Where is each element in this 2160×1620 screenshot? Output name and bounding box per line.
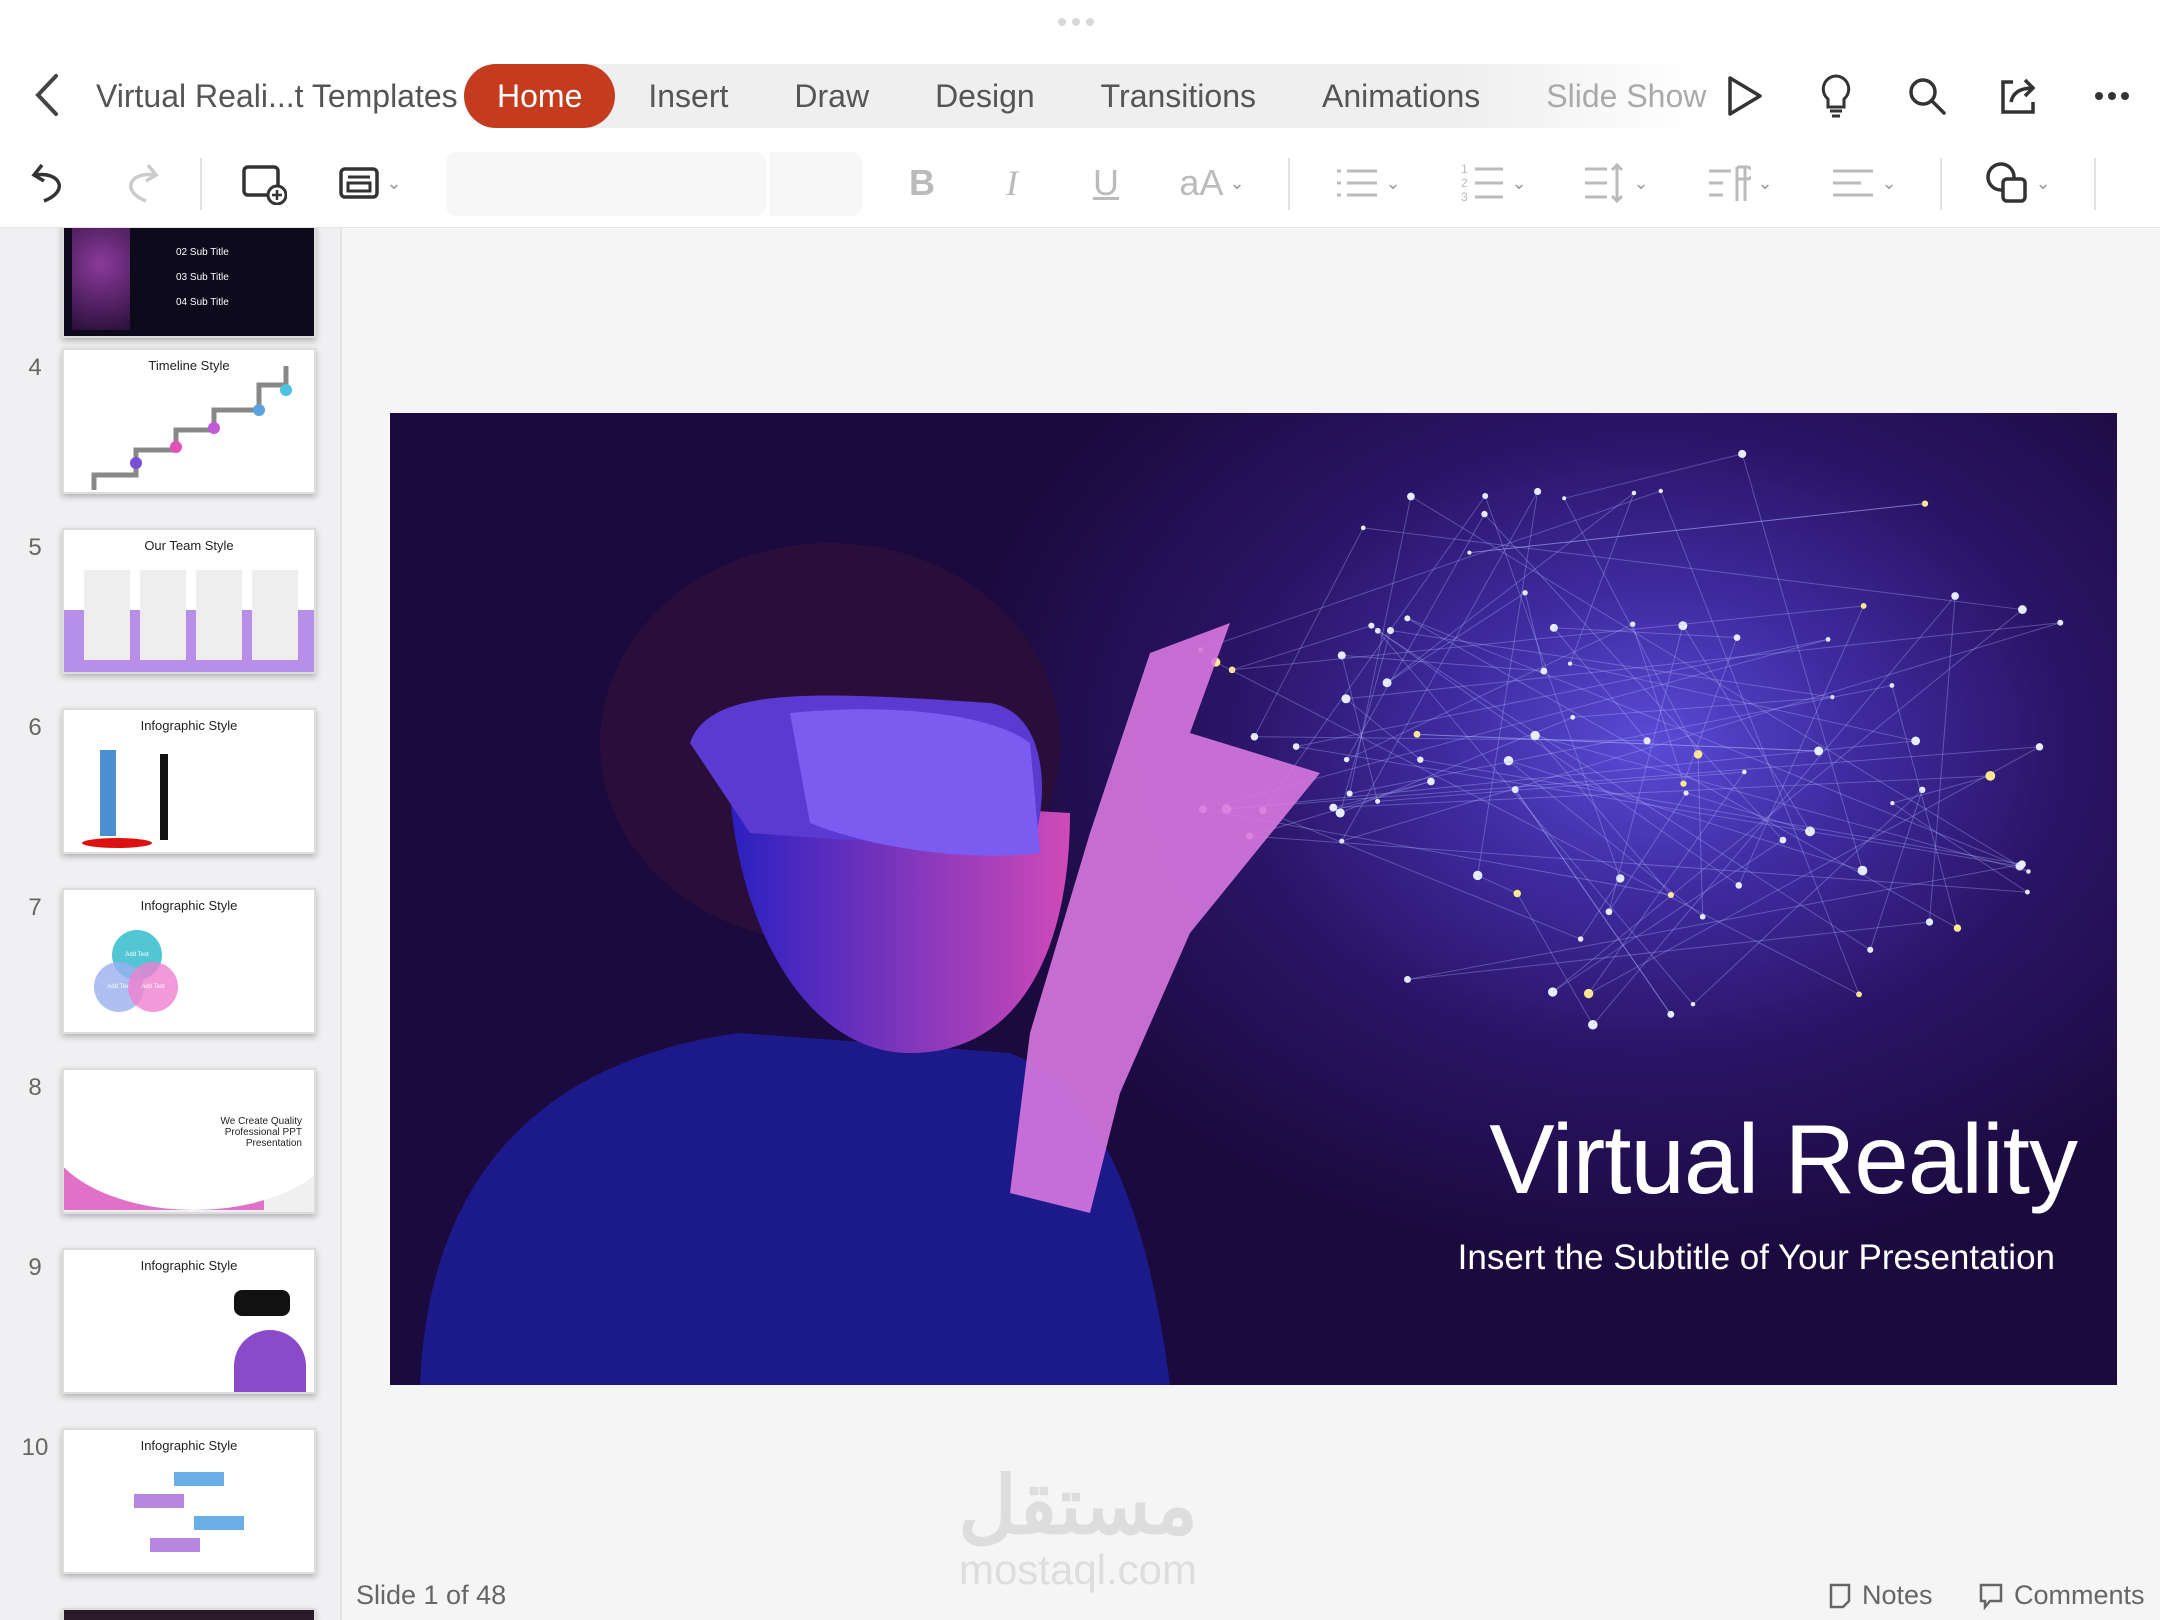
tab-transitions[interactable]: Transitions — [1068, 64, 1289, 128]
team-cards — [84, 570, 298, 670]
thumbnail-pillar — [160, 754, 168, 840]
thumbnail-title: Infographic Style — [140, 1438, 238, 1453]
svg-text:2: 2 — [1461, 176, 1468, 190]
slide-indicator: Slide 1 of 48 — [356, 1580, 507, 1610]
thumbnail-arrow — [134, 1494, 184, 1508]
thumbnail-vr-person — [234, 1330, 306, 1392]
venn-circle: Add Text — [128, 962, 178, 1012]
bullets-list-icon[interactable]: ⌄ — [1328, 155, 1408, 211]
mostaql-watermark: مستقل mostaql.com — [948, 1466, 1208, 1594]
tab-animations[interactable]: Animations — [1289, 64, 1513, 128]
tab-slide-show[interactable]: Slide Show — [1513, 64, 1739, 128]
thumbnail-agenda: 02 Sub Title 03 Sub Title 04 Sub Title — [176, 240, 229, 315]
paragraph-direction-icon[interactable]: ⌄ — [1700, 155, 1780, 211]
agenda-row: 03 Sub Title — [176, 272, 229, 283]
thumbnail-red-base — [82, 838, 152, 848]
back-chevron-left-icon[interactable] — [32, 72, 62, 129]
notes-icon — [1829, 1583, 1851, 1608]
thumbnail-title: Infographic Style — [140, 1258, 238, 1273]
slide-thumbnail-5[interactable]: Our Team Style — [62, 528, 316, 674]
slide-number: 9 — [28, 1254, 42, 1281]
slide-canvas[interactable]: Virtual Reality Insert the Subtitle of Y… — [390, 413, 2117, 1385]
chevron-down-icon: ⌄ — [1229, 172, 1245, 193]
slide-thumbnail-7[interactable]: Infographic Style Add Text Add Text Add … — [62, 888, 316, 1034]
slide-number: 10 — [21, 1434, 49, 1461]
layout-dropdown[interactable]: ⌄ — [330, 155, 410, 211]
lightbulb-icon[interactable] — [1808, 68, 1864, 124]
notes-button[interactable]: Notes — [1828, 1580, 1933, 1611]
slide-number: 7 — [28, 894, 42, 921]
play-icon[interactable] — [1716, 68, 1772, 124]
divider — [200, 158, 202, 210]
tab-draw[interactable]: Draw — [761, 64, 902, 128]
slide-thumbnail-sidebar[interactable]: 02 Sub Title 03 Sub Title 04 Sub Title 4… — [0, 228, 342, 1620]
font-size-toggle-label: aA — [1179, 162, 1224, 203]
thumbnail-arrow — [194, 1516, 244, 1530]
thumbnail-headset — [234, 1290, 290, 1316]
divider — [1288, 158, 1290, 210]
new-slide-icon[interactable] — [238, 155, 290, 211]
font-size-field[interactable] — [770, 152, 862, 216]
tab-home[interactable]: Home — [464, 64, 616, 128]
slide-thumbnail-10[interactable]: Infographic Style — [62, 1428, 316, 1574]
tab-insert[interactable]: Insert — [615, 64, 761, 128]
underline-button[interactable]: U — [1088, 155, 1124, 211]
watermark-arabic: مستقل — [958, 1461, 1198, 1550]
top-bar: Virtual Reali...t Templates Home Insert … — [0, 0, 2160, 228]
divider — [2094, 158, 2096, 210]
comments-icon — [1979, 1583, 2003, 1610]
slide-number: 8 — [28, 1074, 42, 1101]
window-grip-handle[interactable] — [1058, 18, 1094, 26]
ribbon-tabs: Home Insert Draw Design Transitions Anim… — [464, 64, 1706, 128]
tab-design[interactable]: Design — [902, 64, 1068, 128]
redo-icon[interactable] — [116, 155, 164, 211]
svg-text:3: 3 — [1461, 190, 1468, 204]
agenda-row: 04 Sub Title — [176, 297, 229, 308]
bold-button[interactable]: B — [904, 155, 940, 211]
line-spacing-icon[interactable]: ⌄ — [1576, 155, 1656, 211]
thumbnail-arrow — [150, 1538, 200, 1552]
thumbnail-title: Infographic Style — [140, 718, 238, 733]
slide-thumbnail-11[interactable] — [62, 1608, 316, 1620]
slide-subtitle[interactable]: Insert the Subtitle of Your Presentation — [1458, 1238, 2055, 1278]
agenda-row: 02 Sub Title — [176, 247, 229, 258]
watermark-latin: mostaql.com — [958, 1546, 1198, 1593]
chevron-down-icon: ⌄ — [386, 172, 402, 193]
font-name-field[interactable] — [446, 152, 766, 216]
font-size-toggle-button[interactable]: aA ⌄ — [1172, 155, 1252, 211]
thumbnail-arrow — [174, 1472, 224, 1486]
align-text-icon[interactable]: ⌄ — [1824, 155, 1904, 211]
svg-text:1: 1 — [1461, 162, 1468, 176]
comments-label: Comments — [2014, 1580, 2145, 1610]
document-title[interactable]: Virtual Reali...t Templates — [96, 78, 458, 115]
chevron-down-icon: ⌄ — [2035, 172, 2051, 193]
timeline-graphic — [91, 366, 292, 490]
divider — [1940, 158, 1942, 210]
undo-icon[interactable] — [26, 155, 74, 211]
italic-button[interactable]: I — [994, 155, 1030, 211]
thumbnail-person — [100, 750, 116, 836]
slide-thumbnail-8[interactable]: We Create Quality Professional PPT Prese… — [62, 1068, 316, 1214]
thumbnail-title: We Create Quality Professional PPT Prese… — [220, 1116, 302, 1149]
slide-thumbnail-4[interactable]: Timeline Style — [62, 348, 316, 494]
share-icon[interactable] — [1990, 68, 2046, 124]
slide-number: 4 — [28, 354, 42, 381]
comments-button[interactable]: Comments — [1978, 1580, 2145, 1611]
thumbnail-title: Our Team Style — [144, 538, 234, 553]
thumbnail-title: Infographic Style — [140, 898, 238, 913]
more-icon[interactable] — [2084, 68, 2140, 124]
slide-title[interactable]: Virtual Reality — [1489, 1103, 2078, 1216]
slide-number: 6 — [28, 714, 42, 741]
numbered-list-icon[interactable]: 1 2 3 ⌄ — [1454, 155, 1534, 211]
slide-thumbnail-9[interactable]: Infographic Style — [62, 1248, 316, 1394]
shapes-dropdown[interactable]: ⌄ — [1978, 155, 2058, 211]
notes-label: Notes — [1862, 1580, 1933, 1610]
slide-thumbnail-6[interactable]: Infographic Style — [62, 708, 316, 854]
slide-thumbnail-3[interactable]: 02 Sub Title 03 Sub Title 04 Sub Title — [62, 228, 316, 338]
thumbnail-image — [72, 228, 130, 330]
search-icon[interactable] — [1899, 68, 1955, 124]
slide-number: 5 — [28, 534, 42, 561]
